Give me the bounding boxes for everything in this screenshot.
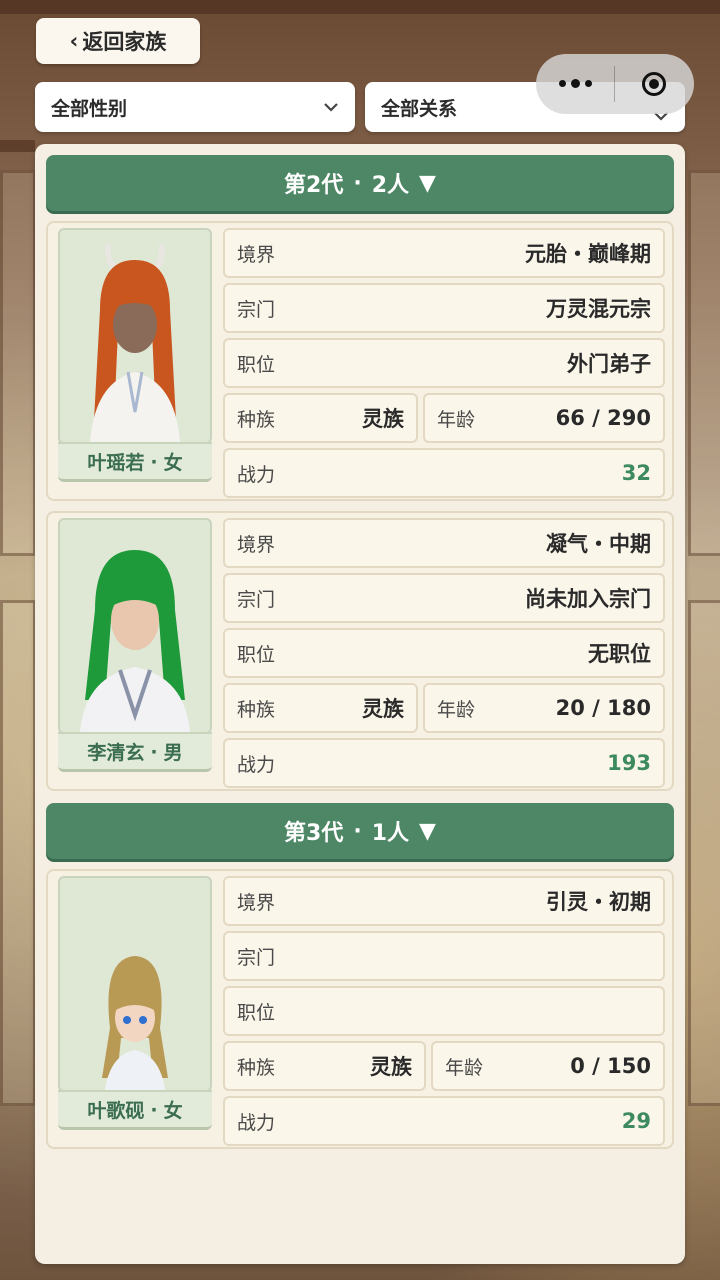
realm-label: 境界 [237, 891, 276, 914]
realm-label: 境界 [237, 533, 276, 556]
separator-dot: · [353, 818, 362, 844]
sect-label: 宗门 [237, 298, 276, 321]
character-portrait-icon [90, 243, 180, 442]
avatar [58, 876, 212, 1092]
realm-value: 凝气・中期 [546, 532, 651, 556]
member-gender: 男 [163, 742, 183, 764]
separator-dot: · [150, 450, 158, 473]
position-value: 外门弟子 [567, 352, 651, 376]
age-label: 年龄 [445, 1056, 484, 1079]
more-options-icon[interactable] [536, 79, 614, 88]
separator-dot: · [353, 170, 362, 196]
close-target-icon[interactable] [615, 72, 693, 96]
age-label: 年龄 [437, 408, 476, 431]
relation-filter-value: 全部关系 [381, 97, 458, 120]
power-row: 战力 193 [223, 738, 665, 788]
chevron-down-icon [324, 103, 338, 112]
power-value: 29 [621, 1109, 651, 1133]
age-row: 年龄 20 / 180 [423, 683, 665, 733]
age-row: 年龄 66 / 290 [423, 393, 665, 443]
race-label: 种族 [237, 408, 276, 431]
bg-cabinet-left [0, 600, 36, 1106]
miniprogram-capsule [536, 54, 694, 114]
realm-value: 元胎・巅峰期 [525, 242, 651, 266]
sect-value: 尚未加入宗门 [525, 587, 651, 611]
sect-label: 宗门 [237, 946, 276, 969]
member-nameplate: 李清玄 · 男 [58, 732, 212, 772]
realm-row: 境界 引灵・初期 [223, 876, 665, 926]
member-card[interactable]: 叶瑶若 · 女 境界 元胎・巅峰期 宗门 万灵混元宗 职位 外门弟子 种族 灵族… [46, 221, 674, 501]
toggle-triangle-icon: ▼ [419, 818, 436, 844]
bg-beam-top [0, 0, 720, 14]
realm-label: 境界 [237, 243, 276, 266]
separator-dot: · [150, 740, 158, 763]
age-value: 20 / 180 [555, 696, 651, 720]
gender-filter-value: 全部性别 [51, 97, 128, 120]
sect-label: 宗门 [237, 588, 276, 611]
avatar [58, 518, 212, 734]
power-row: 战力 29 [223, 1096, 665, 1146]
race-value: 灵族 [370, 1055, 412, 1079]
chevron-left-icon: ‹ [69, 29, 79, 53]
member-gender: 女 [163, 452, 183, 474]
race-row: 种族 灵族 [223, 1041, 426, 1091]
member-name: 叶瑶若 [87, 452, 145, 474]
realm-row: 境界 凝气・中期 [223, 518, 665, 568]
member-name: 叶歌砚 [87, 1100, 145, 1122]
sect-value: 万灵混元宗 [546, 297, 651, 321]
age-row: 年龄 0 / 150 [431, 1041, 665, 1091]
member-name: 李清玄 [87, 742, 145, 764]
power-value: 193 [607, 751, 651, 775]
gender-filter-select[interactable]: 全部性别 [35, 82, 355, 132]
bg-cabinet-right [688, 600, 720, 1106]
member-card[interactable]: 叶歌砚 · 女 境界 引灵・初期 宗门 职位 种族 灵族 年龄 0 / 150 … [46, 869, 674, 1149]
position-label: 职位 [237, 1001, 276, 1024]
generation-count: 2人 [371, 173, 410, 198]
race-row: 种族 灵族 [223, 393, 418, 443]
race-value: 灵族 [362, 697, 404, 721]
position-value: 无职位 [588, 642, 651, 666]
position-label: 职位 [237, 353, 276, 376]
age-label: 年龄 [437, 698, 476, 721]
power-label: 战力 [237, 1111, 276, 1134]
position-row: 职位 外门弟子 [223, 338, 665, 388]
generation-header-2[interactable]: 第2代 · 2人 ▼ [46, 155, 674, 211]
toggle-triangle-icon: ▼ [419, 170, 436, 196]
separator-dot: · [150, 1098, 158, 1121]
member-gender: 女 [163, 1100, 183, 1122]
back-button-label: 返回家族 [82, 30, 167, 54]
power-row: 战力 32 [223, 448, 665, 498]
generation-header-3[interactable]: 第3代 · 1人 ▼ [46, 803, 674, 859]
position-row: 职位 无职位 [223, 628, 665, 678]
realm-value: 引灵・初期 [546, 890, 651, 914]
age-value: 0 / 150 [570, 1054, 651, 1078]
race-label: 种族 [237, 698, 276, 721]
sect-row: 宗门 尚未加入宗门 [223, 573, 665, 623]
sect-row: 宗门 万灵混元宗 [223, 283, 665, 333]
position-row: 职位 [223, 986, 665, 1036]
member-nameplate: 叶瑶若 · 女 [58, 442, 212, 482]
race-row: 种族 灵族 [223, 683, 418, 733]
bg-beam-left [0, 140, 35, 152]
generation-count: 1人 [371, 821, 410, 846]
generation-title: 第3代 [284, 821, 344, 846]
generation-title: 第2代 [284, 173, 344, 198]
member-card[interactable]: 李清玄 · 男 境界 凝气・中期 宗门 尚未加入宗门 职位 无职位 种族 灵族 … [46, 511, 674, 791]
realm-row: 境界 元胎・巅峰期 [223, 228, 665, 278]
member-nameplate: 叶歌砚 · 女 [58, 1090, 212, 1130]
race-value: 灵族 [362, 407, 404, 431]
position-label: 职位 [237, 643, 276, 666]
power-value: 32 [621, 461, 651, 485]
character-portrait-icon [102, 956, 168, 1090]
race-label: 种族 [237, 1056, 276, 1079]
character-portrait-icon [80, 550, 190, 732]
bg-screen-right [688, 170, 720, 556]
power-label: 战力 [237, 463, 276, 486]
avatar [58, 228, 212, 444]
back-button[interactable]: ‹ 返回家族 [36, 18, 200, 64]
age-value: 66 / 290 [555, 406, 651, 430]
power-label: 战力 [237, 753, 276, 776]
bg-screen-left [0, 170, 36, 556]
sect-row: 宗门 [223, 931, 665, 981]
